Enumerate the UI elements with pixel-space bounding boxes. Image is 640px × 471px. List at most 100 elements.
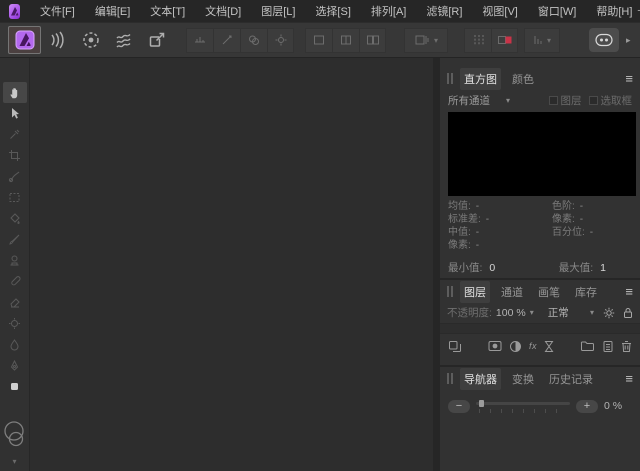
menu-document[interactable]: 文档[D] (205, 3, 241, 19)
eraser-tool-button[interactable] (3, 292, 27, 313)
panel-grip-handle[interactable] (447, 373, 453, 384)
tab-history[interactable]: 历史记录 (545, 368, 597, 390)
auto-white-balance-button[interactable] (267, 28, 294, 53)
liquify-persona-button[interactable] (41, 26, 74, 54)
color-profile-dropdown[interactable]: ▾ (524, 28, 560, 53)
group-layers-icon[interactable] (580, 340, 595, 352)
selection-brush-tool-button[interactable] (3, 166, 27, 187)
opacity-value[interactable]: 100 % (496, 307, 526, 319)
develop-persona-button[interactable] (74, 26, 107, 54)
show-guides-button[interactable] (464, 28, 491, 53)
photo-persona-button[interactable] (8, 26, 41, 54)
auto-colors-button[interactable] (240, 28, 267, 53)
persona-group (8, 26, 173, 54)
toolbar-overflow-arrow[interactable]: ▸ (626, 35, 631, 46)
dodge-tool-button[interactable] (3, 313, 27, 334)
zoom-slider-track[interactable] (476, 402, 570, 405)
panel-menu-icon[interactable]: ≡ (625, 285, 633, 298)
snapping-preset-dropdown[interactable]: ▾ (404, 28, 448, 53)
blur-tool-button[interactable] (3, 334, 27, 355)
auto-levels-button[interactable] (186, 28, 213, 53)
minimize-button[interactable]: − (632, 5, 640, 17)
menu-select[interactable]: 选择[S] (315, 3, 350, 19)
tab-stock[interactable]: 库存 (571, 281, 601, 303)
zoom-out-button[interactable]: − (448, 400, 470, 413)
misc-tool-button[interactable] (3, 376, 27, 397)
view-mode-single-button[interactable] (305, 28, 332, 53)
blend-mode-dropdown[interactable]: 正常 (548, 305, 569, 320)
color-format-button[interactable] (491, 28, 518, 53)
layer-lock-icon[interactable] (623, 307, 633, 319)
tab-transform[interactable]: 变换 (508, 368, 538, 390)
panel-menu-icon[interactable]: ≡ (625, 72, 633, 85)
marquee-icon (8, 191, 21, 204)
clone-stamp-tool-button[interactable] (3, 250, 27, 271)
layer-checkbox-label: 图层 (561, 93, 582, 108)
view-tool-button[interactable] (3, 82, 27, 103)
mask-layer-icon[interactable] (488, 340, 502, 352)
tab-histogram[interactable]: 直方图 (460, 68, 501, 90)
menu-arrange[interactable]: 排列[A] (371, 3, 406, 19)
view-mode-split-button[interactable] (332, 28, 359, 53)
adjustment-layer-icon[interactable] (509, 340, 522, 353)
menu-layer[interactable]: 图层[L] (261, 3, 295, 19)
edit-all-layers-icon[interactable] (448, 340, 462, 353)
tab-layers[interactable]: 图层 (460, 281, 490, 303)
panel-grip-handle[interactable] (447, 73, 453, 84)
add-layer-icon[interactable] (602, 340, 614, 353)
auto-contrast-button[interactable] (213, 28, 240, 53)
panel-menu-icon[interactable]: ≡ (625, 372, 633, 385)
tab-channels[interactable]: 通道 (497, 281, 527, 303)
color-picker-tool-button[interactable] (3, 124, 27, 145)
color-selector[interactable] (3, 419, 27, 453)
tab-navigator[interactable]: 导航器 (460, 368, 501, 390)
delete-layer-trash-icon[interactable] (621, 340, 632, 353)
layer-checkbox[interactable]: 图层 (549, 93, 582, 108)
menu-view[interactable]: 视图[V] (482, 3, 517, 19)
marquee-tool-button[interactable] (3, 187, 27, 208)
crop-tool-button[interactable] (3, 145, 27, 166)
right-panel-column: 直方图 颜色 ≡ 所有通道 ▾ 图层 选取框 (440, 58, 640, 471)
zoom-slider-thumb[interactable] (479, 400, 484, 407)
menu-file[interactable]: 文件[F] (40, 3, 75, 19)
hand-icon (8, 86, 22, 100)
tone-mapping-persona-button[interactable] (107, 26, 140, 54)
layers-list-empty[interactable] (440, 323, 640, 334)
color-picker-icon (8, 128, 21, 141)
min-value[interactable]: 0 (489, 262, 495, 274)
stat-label: 像素: (448, 240, 471, 252)
brush-tool-button[interactable] (3, 229, 27, 250)
chevron-down-icon[interactable]: ▾ (590, 308, 594, 317)
document-canvas[interactable] (30, 58, 433, 471)
live-filter-icon[interactable] (544, 340, 554, 353)
eraser-icon (8, 296, 21, 309)
menu-text[interactable]: 文本[T] (150, 3, 185, 19)
marquee-checkbox[interactable]: 选取框 (589, 93, 633, 108)
menu-edit[interactable]: 编辑[E] (95, 3, 130, 19)
tab-color[interactable]: 颜色 (508, 68, 538, 90)
flood-select-tool-button[interactable] (3, 208, 27, 229)
channel-dropdown[interactable]: 所有通道 ▾ (448, 93, 510, 108)
layer-effects-fx-icon[interactable]: fx (529, 341, 537, 351)
panel-grip-handle[interactable] (447, 286, 453, 297)
export-persona-button[interactable] (140, 26, 173, 54)
main-area: ▾ 直方图 颜色 ≡ 所有通道 ▾ 图层 (0, 58, 640, 471)
tab-brushes[interactable]: 画笔 (534, 281, 564, 303)
pen-tool-button[interactable] (3, 355, 27, 376)
view-mode-mirror-button[interactable] (359, 28, 386, 53)
assistant-button[interactable] (589, 28, 619, 52)
healing-tool-button[interactable] (3, 271, 27, 292)
menu-help[interactable]: 帮助[H] (596, 3, 632, 19)
snapping-preset-icon (414, 33, 430, 47)
move-tool-button[interactable] (3, 103, 27, 124)
max-value[interactable]: 1 (600, 262, 606, 274)
zoom-in-button[interactable]: + (576, 400, 598, 413)
menu-filter[interactable]: 滤镜[R] (426, 3, 462, 19)
chevron-down-icon[interactable]: ▾ (530, 308, 534, 317)
layer-settings-gear-icon[interactable] (603, 307, 615, 319)
menu-window[interactable]: 窗口[W] (538, 3, 577, 19)
guides-group (464, 28, 518, 53)
zoom-percentage[interactable]: 0 % (604, 400, 632, 412)
zoom-slider[interactable] (476, 398, 570, 414)
tools-overflow-chevron[interactable]: ▾ (12, 457, 16, 466)
